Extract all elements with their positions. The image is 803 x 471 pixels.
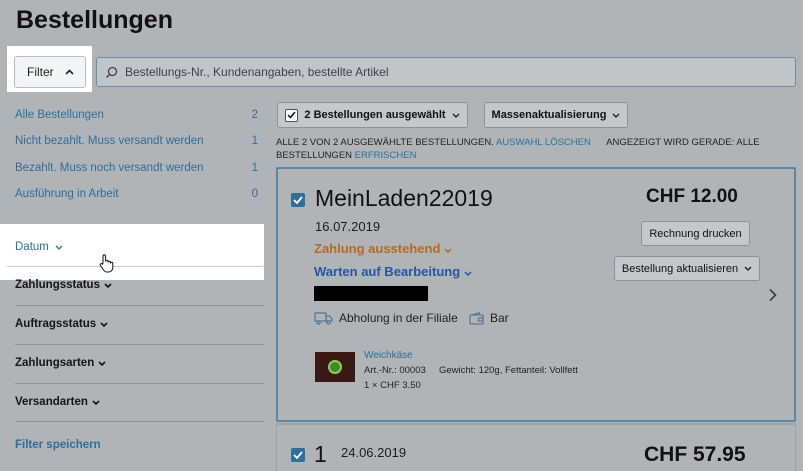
product-thumbnail <box>315 352 355 382</box>
view-unpaid-to-ship-count: 1 <box>251 135 258 147</box>
filter-shipping-methods-label: Versandarten <box>15 396 88 408</box>
chevron-down-icon <box>104 282 112 288</box>
update-order-dropdown[interactable]: Bestellung aktualisieren <box>614 256 760 281</box>
view-in-progress[interactable]: Ausführung in Arbeit <box>15 188 119 200</box>
chevron-down-icon <box>55 245 63 250</box>
print-invoice-label: Rechnung drucken <box>649 227 742 240</box>
payment-status-label: Zahlung ausstehend <box>314 241 441 256</box>
chevron-down-icon <box>444 248 452 254</box>
filter-toggle-button[interactable]: Filter <box>14 56 86 88</box>
product-quantity: 1 × CHF 3.50 <box>364 380 421 391</box>
order-number[interactable]: 1 <box>314 441 327 468</box>
mass-update-label: Massenaktualisierung <box>491 109 607 121</box>
order-checkbox[interactable] <box>291 193 305 207</box>
order-date: 24.06.2019 <box>341 445 407 460</box>
chevron-down-icon <box>744 266 752 271</box>
selected-orders-dropdown[interactable]: 2 Bestellungen ausgewählt <box>277 102 468 128</box>
chevron-right-icon[interactable] <box>768 288 777 302</box>
divider <box>15 421 264 422</box>
chevron-down-icon <box>100 321 108 327</box>
filter-payment-methods-label: Zahlungsarten <box>15 357 95 369</box>
filter-label: Filter <box>27 65 54 79</box>
chevron-down-icon <box>612 113 620 118</box>
page-title: Bestellungen <box>16 6 173 34</box>
truck-icon <box>314 311 333 325</box>
print-invoice-button[interactable]: Rechnung drucken <box>641 221 750 246</box>
update-order-label: Bestellung aktualisieren <box>621 262 739 275</box>
save-filter-link[interactable]: Filter speichern <box>15 439 101 451</box>
shipping-method-label: Abholung in der Filiale <box>339 311 458 325</box>
filter-payment-status-label: Zahlungsstatus <box>15 279 100 291</box>
date-filter-toggle[interactable]: Datum <box>15 241 63 253</box>
view-paid-to-ship[interactable]: Bezahlt. Muss noch versandt werden <box>15 162 204 174</box>
product-name-link[interactable]: Weichkäse <box>364 350 413 361</box>
chevron-down-icon <box>464 271 472 277</box>
fulfillment-status-dropdown[interactable]: Warten auf Bearbeitung <box>314 264 472 279</box>
search-input[interactable]: Bestellungs-Nr., Kundenangaben, bestellt… <box>125 65 389 79</box>
order-checkbox[interactable] <box>291 448 305 462</box>
payment-method: Bar <box>469 311 509 325</box>
divider <box>15 383 264 384</box>
view-all-orders[interactable]: Alle Bestellungen <box>15 109 104 121</box>
selection-info: Alle 2 von 2 ausgewählte Bestellungen. A… <box>276 136 776 162</box>
filter-shipping-methods[interactable]: Versandarten <box>15 396 100 408</box>
filter-order-status-label: Auftragsstatus <box>15 318 97 330</box>
chevron-down-icon <box>92 399 100 405</box>
hand-cursor-icon <box>99 254 114 273</box>
shipping-method: Abholung in der Filiale <box>314 311 458 325</box>
product-details: Art.-Nr.: 00003 Gewicht: 120g, Fettantei… <box>364 365 578 376</box>
payment-status-dropdown[interactable]: Zahlung ausstehend <box>314 241 452 256</box>
order-number[interactable]: MeinLaden22019 <box>315 185 493 212</box>
date-filter-label: Datum <box>15 241 49 253</box>
mass-update-dropdown[interactable]: Massenaktualisierung <box>484 102 628 128</box>
product-attributes: Gewicht: 120g, Fettanteil: Vollfett <box>438 365 578 376</box>
chevron-up-icon <box>65 69 74 75</box>
divider <box>7 266 263 267</box>
divider <box>15 305 264 306</box>
order-total: CHF 12.00 <box>646 186 738 207</box>
select-all-checkbox[interactable] <box>285 108 299 122</box>
selection-text: Alle 2 von 2 ausgewählte Bestellungen. <box>276 137 494 148</box>
order-date: 16.07.2019 <box>315 219 381 234</box>
chevron-down-icon <box>452 113 460 118</box>
order-total: CHF 57.95 <box>644 443 746 466</box>
check-icon <box>293 196 303 204</box>
view-unpaid-to-ship[interactable]: Nicht bezahlt. Muss versandt werden <box>15 135 204 147</box>
refresh-link[interactable]: Erfrischen <box>355 150 417 161</box>
check-icon <box>287 111 296 119</box>
clear-selection-link[interactable]: Auswahl löschen <box>496 137 591 148</box>
check-icon <box>293 451 303 459</box>
payment-method-label: Bar <box>490 311 509 325</box>
filter-payment-status[interactable]: Zahlungsstatus <box>15 279 112 291</box>
search-icon <box>106 66 118 78</box>
divider <box>15 344 264 345</box>
fulfillment-status-label: Warten auf Bearbeitung <box>314 264 461 279</box>
search-bar[interactable]: Bestellungs-Nr., Kundenangaben, bestellt… <box>96 57 796 87</box>
filter-payment-methods[interactable]: Zahlungsarten <box>15 357 106 369</box>
view-paid-to-ship-count: 1 <box>251 162 258 174</box>
wallet-icon <box>469 311 484 325</box>
view-all-orders-count: 2 <box>251 109 258 121</box>
view-in-progress-count: 0 <box>251 188 258 200</box>
product-sku: Art.-Nr.: 00003 <box>364 365 426 376</box>
selected-orders-label: 2 Bestellungen ausgewählt <box>304 109 446 121</box>
chevron-down-icon <box>98 360 106 366</box>
filter-order-status[interactable]: Auftragsstatus <box>15 318 108 330</box>
redacted-customer <box>314 286 428 301</box>
